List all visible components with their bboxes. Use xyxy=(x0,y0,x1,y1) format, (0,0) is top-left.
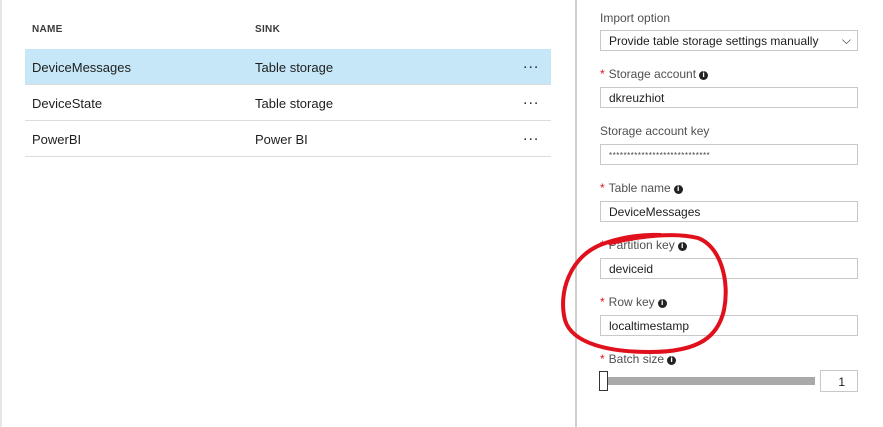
info-icon[interactable]: i xyxy=(657,299,667,308)
output-name: DeviceMessages xyxy=(32,60,131,75)
output-settings-form: Import option Provide table storage sett… xyxy=(577,0,883,427)
column-header-name[interactable]: NAME xyxy=(32,24,63,35)
required-asterisk: * xyxy=(600,238,605,252)
required-asterisk: * xyxy=(600,67,605,81)
storage-account-input[interactable]: dkreuzhiot xyxy=(600,87,858,108)
row-key-input[interactable]: localtimestamp xyxy=(600,315,858,336)
more-options-icon[interactable]: ... xyxy=(523,55,539,73)
more-options-icon[interactable]: ... xyxy=(523,127,539,145)
output-row-devicemessages[interactable]: DeviceMessages Table storage ... xyxy=(25,49,551,85)
more-options-icon[interactable]: ... xyxy=(523,91,539,109)
batch-size-slider-track[interactable] xyxy=(605,377,815,385)
partition-key-label: * Partition key i xyxy=(600,238,687,252)
required-asterisk: * xyxy=(600,295,605,309)
info-icon[interactable]: i xyxy=(667,356,677,365)
column-header-sink[interactable]: SINK xyxy=(255,24,280,35)
table-name-input[interactable]: DeviceMessages xyxy=(600,201,858,222)
output-sink: Table storage xyxy=(255,96,334,111)
storage-account-label: * Storage account i xyxy=(600,67,709,81)
row-key-label: * Row key i xyxy=(600,295,667,309)
output-name: DeviceState xyxy=(32,96,103,111)
required-asterisk: * xyxy=(600,352,605,366)
output-name: PowerBI xyxy=(32,132,82,147)
output-sink: Power BI xyxy=(255,132,308,147)
required-asterisk: * xyxy=(600,181,605,195)
storage-account-key-input[interactable]: **************************** xyxy=(600,144,858,165)
batch-size-slider-thumb[interactable] xyxy=(599,371,608,391)
info-icon[interactable]: i xyxy=(673,185,683,194)
info-icon[interactable]: i xyxy=(699,71,709,80)
info-icon[interactable]: i xyxy=(677,242,687,251)
storage-account-key-label: Storage account key xyxy=(600,124,710,138)
table-name-label: * Table name i xyxy=(600,181,683,195)
outputs-panel: NAME SINK DeviceMessages Table storage .… xyxy=(0,0,575,427)
panel-edge xyxy=(0,0,2,427)
batch-size-label: * Batch size i xyxy=(600,352,677,366)
batch-size-input[interactable]: 1 xyxy=(820,370,858,392)
output-row-powerbi[interactable]: PowerBI Power BI ... xyxy=(25,121,551,157)
output-sink: Table storage xyxy=(255,60,334,75)
import-option-select[interactable]: Provide table storage settings manually … xyxy=(600,30,858,51)
output-row-devicestate[interactable]: DeviceState Table storage ... xyxy=(25,85,551,121)
import-option-label: Import option xyxy=(600,11,671,25)
chevron-down-icon: ⌵ xyxy=(841,33,851,47)
import-option-value: Provide table storage settings manually xyxy=(609,34,819,48)
partition-key-input[interactable]: deviceid xyxy=(600,258,858,279)
